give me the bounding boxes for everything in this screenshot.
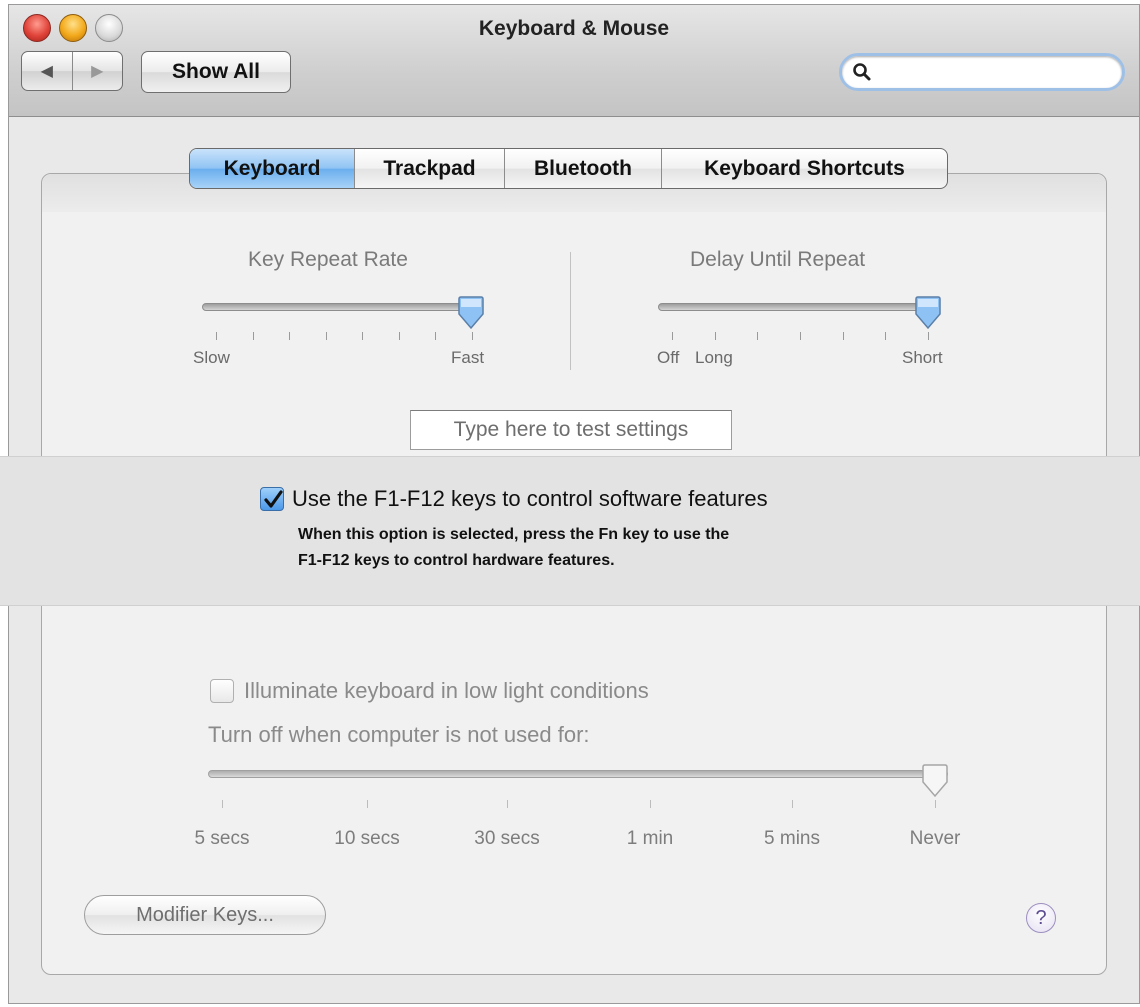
delay-repeat-slider[interactable] — [658, 303, 938, 311]
tab-keyboard[interactable]: Keyboard — [190, 149, 354, 188]
forward-button[interactable]: ▶ — [73, 52, 123, 90]
tab-trackpad[interactable]: Trackpad — [354, 149, 504, 188]
function-keys-checkbox[interactable] — [260, 487, 284, 511]
key-repeat-thumb[interactable] — [456, 296, 486, 330]
delay-repeat-tick — [714, 332, 716, 340]
illumination-timeout-stop-label: 10 secs — [334, 828, 400, 849]
test-settings-field[interactable]: Type here to test settings — [410, 410, 732, 450]
back-button[interactable]: ◀ — [22, 52, 73, 90]
key-repeat-tick — [289, 332, 291, 340]
delay-repeat-tick — [800, 332, 801, 340]
illumination-timeout-stop-label: Never — [909, 828, 961, 849]
delay-repeat-tick — [885, 332, 887, 340]
key-repeat-tick — [325, 332, 327, 340]
modifier-keys-button[interactable]: Modifier Keys... — [84, 895, 326, 935]
delay-repeat-tick — [672, 332, 673, 340]
search-field[interactable] — [839, 53, 1125, 91]
illumination-timeout-stop-label: 1 min — [626, 828, 674, 849]
illumination-timeout-stop-label: 5 mins — [764, 828, 820, 849]
illumination-timeout-tick — [367, 800, 368, 808]
delay-repeat-tick — [842, 332, 844, 340]
delay-repeat-title: Delay Until Repeat — [690, 248, 866, 271]
illumination-timeout-tick — [935, 800, 936, 808]
key-repeat-title: Key Repeat Rate — [248, 248, 408, 271]
forward-arrow-icon: ▶ — [91, 63, 104, 80]
function-keys-label: Use the F1-F12 keys to control software … — [292, 486, 768, 511]
illumination-timeout-slider[interactable] — [208, 770, 948, 778]
key-repeat-tick — [252, 332, 254, 340]
function-keys-description-line1: When this option is selected, press the … — [298, 526, 730, 543]
title-toolbar: Keyboard & Mouse ◀ ▶ Show All — [9, 5, 1139, 117]
back-forward-control: ◀ ▶ — [21, 51, 123, 91]
key-repeat-fast-label: Fast — [451, 348, 485, 367]
key-repeat-tick — [472, 332, 473, 340]
help-button[interactable]: ? — [1026, 903, 1056, 933]
delay-short-label: Short — [902, 348, 943, 367]
key-repeat-tick — [435, 332, 437, 340]
function-keys-description: When this option is selected, press the … — [298, 522, 729, 574]
illumination-timeout-tick — [222, 800, 223, 808]
illumination-timeout-stop-label: 30 secs — [474, 828, 540, 849]
key-repeat-tick — [398, 332, 400, 340]
key-repeat-slow-label: Slow — [193, 348, 230, 367]
tab-bluetooth[interactable]: Bluetooth — [504, 149, 661, 188]
illumination-timeout-thumb[interactable] — [920, 764, 950, 798]
delay-off-label: Off — [657, 348, 680, 367]
illuminate-checkbox[interactable] — [210, 679, 234, 703]
back-arrow-icon: ◀ — [40, 63, 53, 80]
search-icon — [853, 63, 871, 81]
delay-repeat-tick — [928, 332, 929, 340]
tab-keyboard-shortcuts[interactable]: Keyboard Shortcuts — [661, 149, 947, 188]
key-repeat-slider[interactable] — [202, 303, 482, 311]
tab-bar: Keyboard Trackpad Bluetooth Keyboard Sho… — [189, 148, 948, 189]
key-repeat-tick — [216, 332, 217, 340]
key-repeat-tick — [362, 332, 364, 340]
delay-long-label: Long — [695, 348, 733, 367]
delay-repeat-tick — [757, 332, 759, 340]
window-title: Keyboard & Mouse — [478, 17, 670, 40]
checkmark-icon — [264, 490, 283, 508]
illumination-timeout-tick — [650, 800, 651, 808]
slider-divider — [570, 252, 571, 370]
illuminate-label: Illuminate keyboard in low light conditi… — [244, 678, 649, 703]
turn-off-label: Turn off when computer is not used for: — [208, 722, 590, 747]
illumination-timeout-stop-label: 5 secs — [194, 828, 250, 849]
help-icon: ? — [1035, 906, 1047, 929]
function-keys-description-line2: F1-F12 keys to control hardware features… — [298, 552, 615, 569]
illumination-timeout-tick — [507, 800, 508, 808]
delay-repeat-thumb[interactable] — [913, 296, 943, 330]
show-all-button[interactable]: Show All — [141, 51, 291, 93]
illumination-timeout-tick — [792, 800, 793, 808]
